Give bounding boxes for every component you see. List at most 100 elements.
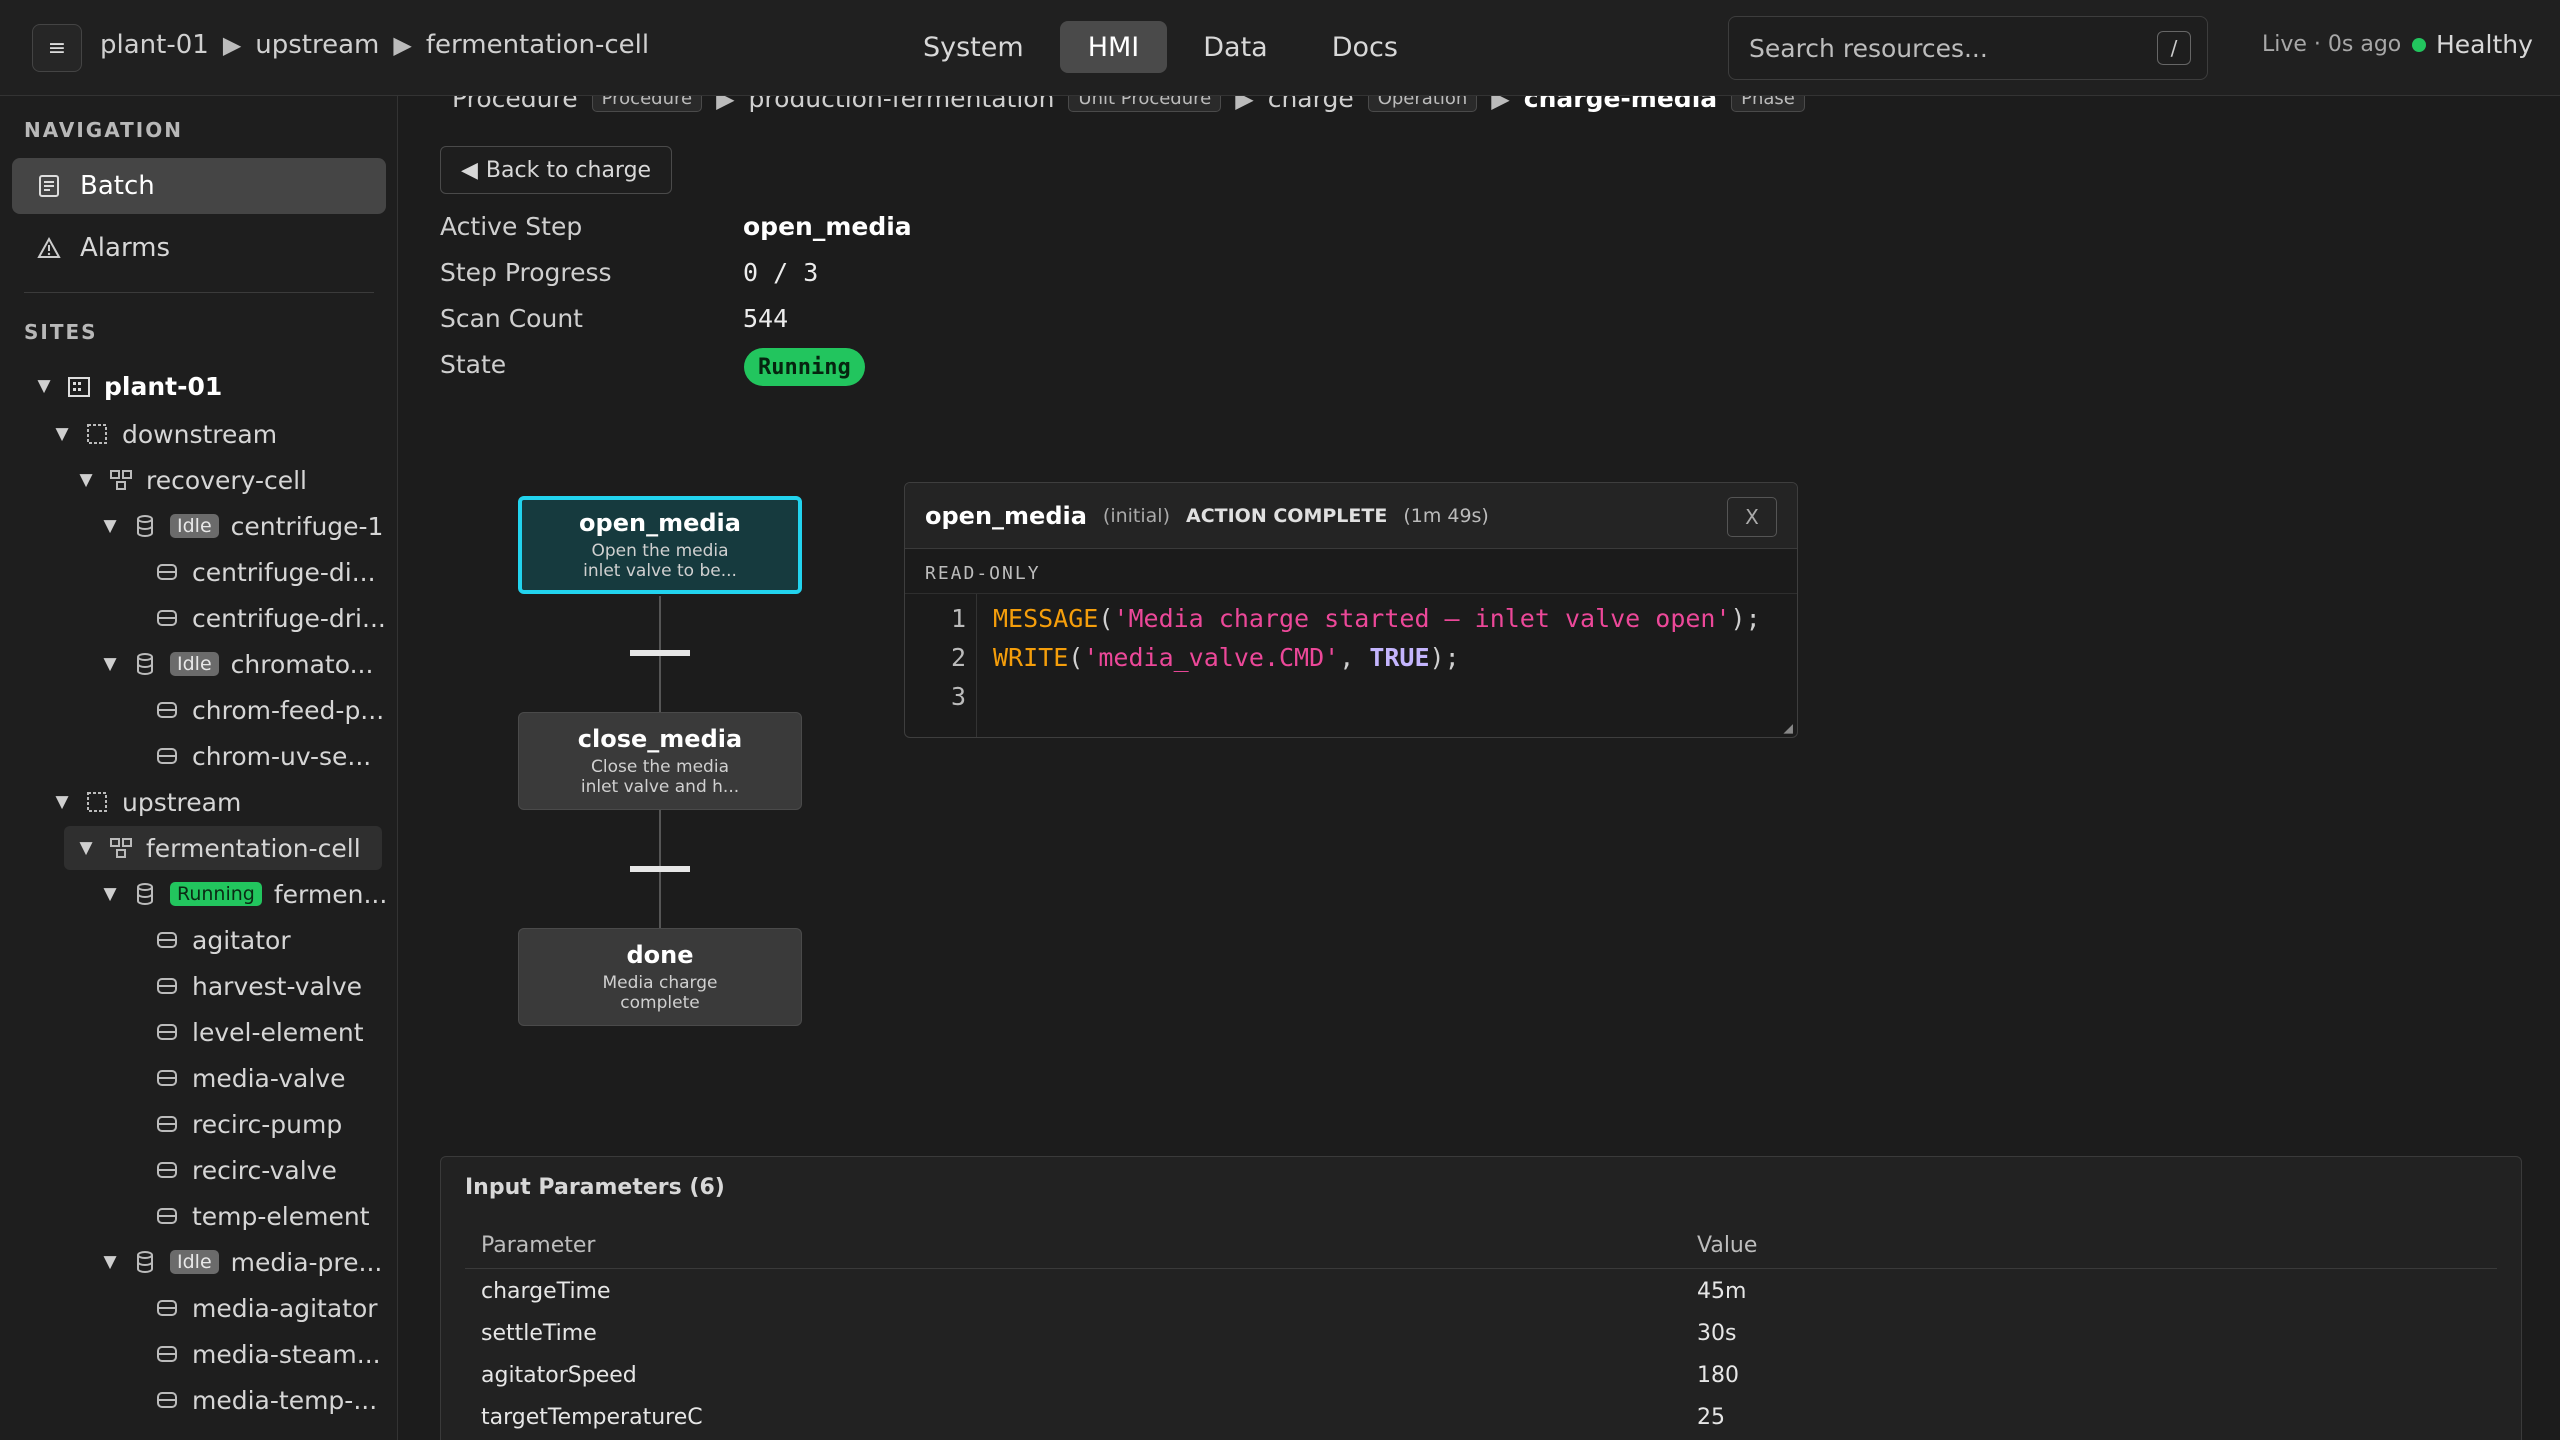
tab-docs[interactable]: Docs [1304, 21, 1426, 73]
module-icon [154, 1203, 180, 1229]
tree-item-module[interactable]: level-element [154, 1012, 364, 1052]
column-header: Parameter [481, 1233, 596, 1258]
active-step-value: open_media [743, 212, 912, 241]
tree-item-label: level-element [192, 1017, 364, 1047]
tree-item-module[interactable]: media-agitator [154, 1288, 378, 1328]
tree-item-module[interactable]: media-valve [154, 1058, 345, 1098]
nav-item-label: Alarms [80, 233, 171, 263]
line-gutter: 1 2 3 [905, 594, 977, 737]
table-row: settleTime 30s [465, 1315, 2497, 1357]
code-token: , [1339, 643, 1370, 672]
chevron-down-icon[interactable]: ▼ [100, 516, 120, 536]
close-button[interactable]: X [1727, 497, 1777, 537]
status-badge: Idle [170, 652, 219, 676]
tree-item-module[interactable]: centrifuge-di... [154, 552, 376, 592]
health-label: Healthy [2436, 30, 2533, 59]
tree-item-module[interactable]: recirc-pump [154, 1104, 342, 1144]
tab-system[interactable]: System [895, 21, 1052, 73]
module-icon [154, 1295, 180, 1321]
tree-item-label: media-agitator [192, 1293, 378, 1323]
code-token: ( [1068, 643, 1084, 672]
nav-item-batch[interactable]: Batch [12, 158, 386, 214]
tree-item-module[interactable]: agitator [154, 920, 291, 960]
tree-item-module[interactable]: media-temp-... [154, 1380, 377, 1420]
detail-key: State [440, 350, 507, 379]
step-node[interactable]: close_media Close the media inlet valve … [518, 712, 802, 810]
procedure-crumb-current: charge-media [1523, 96, 1718, 113]
step-node[interactable]: done Media charge complete [518, 928, 802, 1026]
tree-item-module[interactable]: centrifuge-dri... [154, 598, 386, 638]
tree-item-area[interactable]: ▼ downstream [52, 414, 277, 454]
level-tag: Operation [1367, 96, 1478, 112]
procedure-crumb[interactable]: charge [1268, 96, 1354, 113]
chevron-down-icon[interactable]: ▼ [100, 654, 120, 674]
input-parameters-panel: Input Parameters (6) Parameter Value cha… [440, 1156, 2522, 1440]
back-button[interactable]: ◀ Back to charge [440, 146, 673, 194]
tree-item-unit[interactable]: ▼ Idle chromato... [100, 644, 373, 684]
procedure-crumb[interactable]: Procedure [452, 96, 578, 113]
nav-item-label: Batch [80, 171, 155, 201]
transition-bar[interactable] [630, 650, 690, 656]
transition-bar[interactable] [630, 866, 690, 872]
line-number: 3 [950, 682, 966, 711]
tree-item-label: agitator [192, 925, 291, 955]
breadcrumb-item[interactable]: upstream [255, 30, 379, 60]
code-editor[interactable]: 1 2 3 MESSAGE('Media charge started — in… [905, 593, 1797, 737]
tree-item-cell-selected[interactable]: ▼ fermentation-cell [64, 826, 382, 870]
chevron-down-icon[interactable]: ▼ [76, 470, 96, 490]
tree-item-module[interactable]: recirc-valve [154, 1150, 337, 1190]
step-code-panel: open_media (initial) ACTION COMPLETE (1m… [904, 482, 1798, 738]
navigation-heading: NAVIGATION [24, 118, 183, 142]
tree-item-label: harvest-valve [192, 971, 363, 1001]
tree-item-unit[interactable]: ▼ Running fermen... [100, 874, 387, 914]
step-title: close_media [577, 725, 743, 753]
procedure-crumb[interactable]: production-fermentation [749, 96, 1055, 113]
tree-item-module[interactable]: media-steam... [154, 1334, 381, 1374]
warning-triangle-icon [36, 235, 62, 261]
code-token: TRUE [1369, 643, 1430, 672]
chevron-down-icon[interactable]: ▼ [52, 424, 72, 444]
nav-item-alarms[interactable]: Alarms [12, 220, 386, 276]
sidebar: NAVIGATION Batch Alarms SITES ▼ plant-01… [0, 96, 398, 1440]
step-description: Close the media inlet valve and h... [580, 757, 740, 797]
tree-item-module[interactable]: temp-element [154, 1196, 370, 1236]
tree-item-label: centrifuge-di... [192, 557, 376, 587]
tree-item-module[interactable]: chrom-feed-p... [154, 690, 384, 730]
table-row: chargeTime 45m [465, 1273, 2497, 1315]
tree-item-plant[interactable]: ▼ plant-01 [34, 366, 222, 406]
breadcrumb-separator-icon: ▶ [1235, 96, 1254, 113]
chevron-down-icon[interactable]: ▼ [76, 838, 96, 858]
back-button-label: Back to charge [485, 157, 652, 183]
step-node-active[interactable]: open_media Open the media inlet valve to… [518, 496, 802, 594]
search-input[interactable] [1749, 17, 2149, 79]
tree-item-module[interactable]: chrom-uv-se... [154, 736, 371, 776]
params-header-row: Parameter Value [465, 1227, 2497, 1269]
breadcrumb-separator-icon: ▶ [393, 31, 412, 59]
chevron-down-icon[interactable]: ▼ [52, 792, 72, 812]
module-icon [154, 1157, 180, 1183]
chevron-down-icon[interactable]: ▼ [34, 376, 54, 396]
code-step-name: open_media [925, 501, 1087, 530]
breadcrumb-item[interactable]: fermentation-cell [426, 30, 649, 60]
menu-button[interactable]: ≡ [32, 24, 82, 72]
resize-handle-icon[interactable]: ◢ [1783, 718, 1793, 737]
table-row: agitatorSpeed 180 [465, 1357, 2497, 1399]
module-icon [154, 973, 180, 999]
tree-item-unit[interactable]: ▼ Idle media-pre... [100, 1242, 382, 1282]
param-name: targetTemperatureC [481, 1405, 703, 1430]
arrow-left-icon: ◀ [461, 157, 478, 183]
tree-item-cell[interactable]: ▼ recovery-cell [76, 460, 307, 500]
module-icon [154, 927, 180, 953]
module-icon [154, 1019, 180, 1045]
clipboard-icon [36, 173, 62, 199]
tree-item-label: media-pre... [230, 1247, 383, 1277]
chevron-down-icon[interactable]: ▼ [100, 1252, 120, 1272]
code-panel-header: open_media (initial) ACTION COMPLETE (1m… [905, 483, 1797, 549]
tab-hmi[interactable]: HMI [1059, 21, 1168, 73]
tree-item-unit[interactable]: ▼ Idle centrifuge-1 [100, 506, 383, 546]
chevron-down-icon[interactable]: ▼ [100, 884, 120, 904]
tree-item-area[interactable]: ▼ upstream [52, 782, 241, 822]
breadcrumb-item[interactable]: plant-01 [100, 30, 209, 60]
tree-item-module[interactable]: harvest-valve [154, 966, 362, 1006]
tab-data[interactable]: Data [1175, 21, 1295, 73]
